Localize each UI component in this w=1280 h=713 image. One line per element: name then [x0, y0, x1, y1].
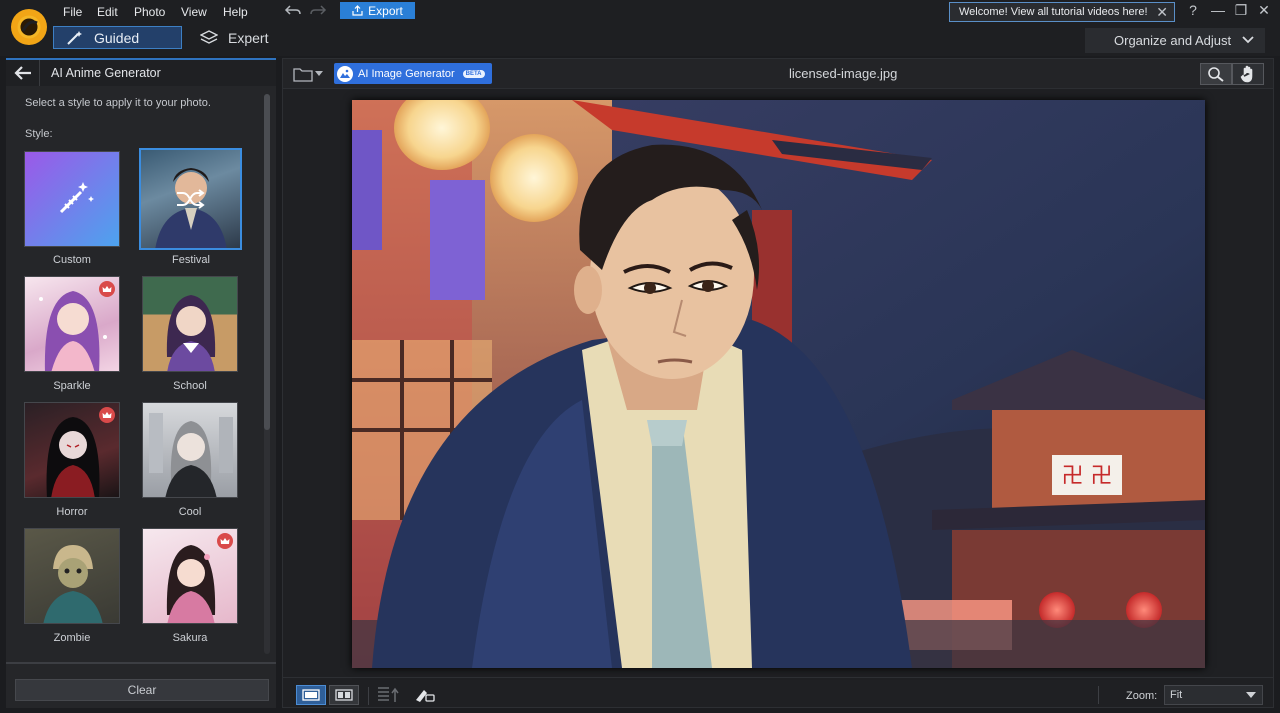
toolbar-divider	[368, 687, 369, 705]
style-label-horror: Horror	[56, 506, 88, 518]
workspace-dropdown[interactable]: Organize and Adjust	[1085, 28, 1265, 53]
tab-guided[interactable]: Guided	[53, 26, 182, 49]
style-label-custom: Custom	[53, 254, 91, 266]
style-tile-zombie[interactable]	[24, 528, 120, 624]
file-name: licensed-image.jpg	[789, 66, 898, 81]
tab-expert[interactable]: Expert	[200, 26, 290, 49]
panel-scrollbar[interactable]	[264, 94, 270, 654]
zoom-tool-button[interactable]	[1200, 63, 1232, 85]
style-label-sakura: Sakura	[172, 632, 208, 644]
ai-generator-icon	[337, 65, 353, 82]
panel-instruction: Select a style to apply it to your photo…	[25, 97, 211, 109]
clear-button[interactable]: Clear	[15, 679, 269, 701]
redo-icon[interactable]	[308, 2, 328, 20]
beta-badge: BETA	[462, 69, 485, 78]
zoom-value: Fit	[1170, 689, 1183, 701]
restore-icon[interactable]: ❐	[1231, 2, 1251, 19]
style-tile-school[interactable]	[142, 276, 238, 372]
compare-view-button[interactable]	[329, 685, 359, 705]
hand-tool-button[interactable]	[1232, 63, 1264, 85]
premium-crown-icon	[99, 281, 115, 297]
compare-view-icon	[335, 689, 353, 701]
workspace-selected: Organize and Adjust	[1114, 33, 1232, 48]
zombie-thumbnail	[43, 545, 103, 623]
brush-eraser-icon[interactable]	[414, 686, 436, 704]
magnifier-icon	[1208, 67, 1224, 82]
zoom-dropdown[interactable]: Fit	[1164, 685, 1263, 705]
style-tile-custom[interactable]	[24, 151, 120, 247]
close-window-icon[interactable]: ✕	[1254, 2, 1274, 19]
layers-icon	[200, 29, 218, 44]
menu-file[interactable]: File	[59, 4, 86, 20]
anime-illustration: 卍 卍	[352, 100, 1205, 668]
style-label-cool: Cool	[178, 506, 202, 518]
style-label: Style:	[25, 128, 53, 140]
app-logo	[11, 9, 47, 45]
style-label-zombie: Zombie	[53, 632, 91, 644]
magic-wand-icon	[59, 182, 94, 214]
menu-edit[interactable]: Edit	[93, 4, 122, 20]
tab-guided-label: Guided	[94, 29, 140, 46]
panel-divider	[6, 662, 276, 664]
export-icon	[352, 5, 363, 16]
hand-icon	[1240, 65, 1253, 83]
anime-photo[interactable]: 卍 卍	[352, 100, 1205, 668]
folder-icon	[293, 67, 313, 82]
style-tile-horror[interactable]	[24, 402, 120, 498]
open-folder-button[interactable]	[293, 64, 326, 84]
undo-icon[interactable]	[283, 2, 303, 20]
minimize-icon[interactable]: —	[1208, 2, 1228, 18]
arrow-left-icon	[13, 66, 31, 80]
style-tile-festival[interactable]	[139, 148, 242, 250]
cool-thumbnail	[149, 413, 233, 497]
single-view-icon	[302, 689, 320, 701]
welcome-banner[interactable]: Welcome! View all tutorial videos here! …	[949, 2, 1175, 22]
shuffle-icon	[177, 189, 205, 209]
scrollbar-thumb[interactable]	[264, 94, 270, 430]
menu-help[interactable]: Help	[219, 4, 252, 20]
premium-crown-icon	[217, 533, 233, 549]
ai-generator-label: AI Image Generator	[358, 67, 455, 80]
style-label-sparkle: Sparkle	[53, 380, 91, 392]
title-bar: File Edit Photo View Help Export Welcome…	[0, 0, 1280, 56]
premium-crown-icon	[99, 407, 115, 423]
canvas-toolbar: AI Image Generator BETA licensed-image.j…	[283, 59, 1273, 89]
ai-image-generator-button[interactable]: AI Image Generator BETA	[334, 63, 492, 84]
panel-header: AI Anime Generator	[6, 58, 276, 86]
export-label: Export	[368, 3, 403, 18]
school-thumbnail	[166, 295, 216, 371]
chevron-down-icon	[1242, 36, 1254, 44]
style-tile-cool[interactable]	[142, 402, 238, 498]
style-label-school: School	[173, 380, 207, 392]
tab-expert-label: Expert	[228, 29, 269, 46]
toolbar-divider	[1098, 686, 1099, 704]
batch-apply-icon[interactable]	[377, 686, 401, 704]
panel-title: AI Anime Generator	[51, 66, 161, 80]
canvas-bottom-bar: Zoom: Fit	[283, 677, 1273, 707]
style-panel: AI Anime Generator Select a style to app…	[6, 58, 276, 708]
export-button[interactable]: Export	[340, 2, 415, 19]
menu-photo[interactable]: Photo	[130, 4, 169, 20]
svg-text:卍 卍: 卍 卍	[1062, 464, 1113, 489]
menu-view[interactable]: View	[177, 4, 211, 20]
single-view-button[interactable]	[296, 685, 326, 705]
help-icon[interactable]: ?	[1183, 2, 1203, 18]
close-icon[interactable]: ✕	[1156, 4, 1168, 21]
magic-wand-icon	[67, 30, 82, 45]
photo-canvas-area: AI Image Generator BETA licensed-image.j…	[282, 58, 1274, 708]
chevron-down-icon	[315, 71, 323, 76]
back-button[interactable]	[6, 60, 40, 86]
triangle-down-icon	[1246, 692, 1256, 698]
style-label-festival: Festival	[172, 254, 210, 266]
style-tile-sakura[interactable]	[142, 528, 238, 624]
style-tile-sparkle[interactable]	[24, 276, 120, 372]
zoom-label: Zoom:	[1126, 690, 1158, 702]
welcome-text[interactable]: Welcome! View all tutorial videos here!	[959, 6, 1148, 18]
